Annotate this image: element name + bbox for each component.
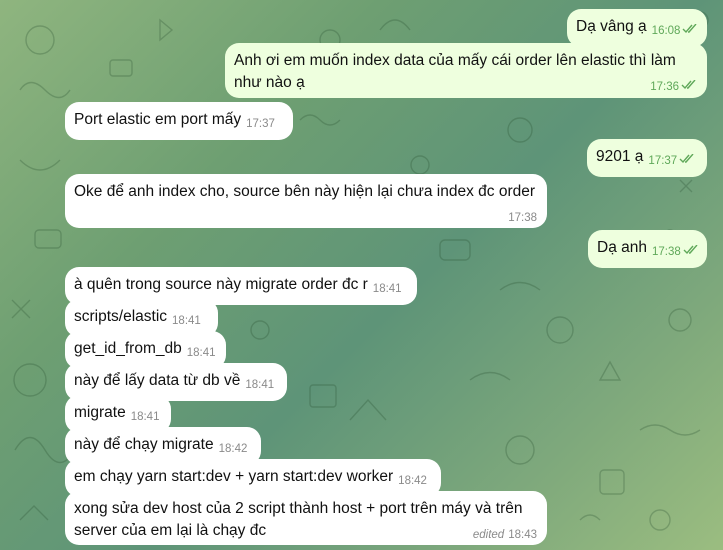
message-time: 18:41	[186, 347, 216, 359]
message-bubble-incoming[interactable]: Oke để anh index cho, source bên này hiệ…	[65, 174, 547, 228]
message-time: 18:41	[130, 411, 160, 423]
message-text: scripts/elastic	[74, 308, 168, 325]
message-text: Dạ vâng ạ	[576, 18, 647, 35]
message-text: get_id_from_db	[74, 340, 182, 357]
message-text: 9201 ạ	[596, 148, 644, 165]
message-time: 18:41	[245, 379, 275, 391]
message-text: này để lấy data từ db về	[74, 372, 241, 389]
message-meta: 17:38	[652, 241, 699, 263]
message-time: 16:08	[651, 25, 681, 37]
message-time: 17:37	[648, 155, 678, 167]
message-bubble-outgoing[interactable]: 9201 ạ 17:37	[587, 139, 707, 177]
double-check-icon	[683, 245, 698, 255]
message-bubble-outgoing[interactable]: Dạ anh 17:38	[588, 230, 707, 268]
message-meta: 16:08	[652, 20, 699, 42]
edited-label: edited	[472, 529, 505, 541]
message-time: 17:37	[246, 118, 275, 130]
message-meta: edited 18:43	[473, 524, 537, 546]
double-check-icon	[681, 80, 696, 90]
message-text: này để chạy migrate	[74, 436, 214, 453]
message-text: Oke để anh index cho, source bên này hiệ…	[74, 183, 536, 200]
message-bubble-outgoing[interactable]: Anh ơi em muốn index data của mấy cái or…	[225, 43, 707, 98]
message-time: 18:42	[218, 443, 248, 455]
message-text: xong sửa dev host của 2 script thành hos…	[74, 500, 523, 539]
message-time: 17:36	[650, 81, 679, 93]
message-text: migrate	[74, 404, 126, 421]
double-check-icon	[679, 154, 694, 164]
message-text: em chạy yarn start:dev + yarn start:dev …	[74, 468, 394, 485]
message-time: 18:41	[172, 315, 201, 327]
message-meta: 17:36	[650, 76, 697, 98]
message-text: Port elastic em port mấy	[74, 111, 242, 128]
message-text: Dạ anh	[597, 239, 647, 256]
message-time: 18:43	[508, 529, 537, 541]
double-check-icon	[682, 24, 697, 34]
message-time: 17:38	[508, 212, 537, 224]
message-text: Anh ơi em muốn index data của mấy cái or…	[234, 52, 676, 91]
message-text: à quên trong source này migrate order đc…	[74, 276, 368, 293]
message-bubble-incoming[interactable]: Port elastic em port mấy 17:37	[65, 102, 293, 140]
message-meta: 17:37	[648, 150, 695, 172]
message-bubble-outgoing[interactable]: Dạ vâng ạ 16:08	[567, 9, 707, 47]
message-time: 18:42	[398, 475, 427, 487]
message-time: 18:41	[372, 283, 402, 295]
message-bubble-incoming[interactable]: xong sửa dev host của 2 script thành hos…	[65, 491, 547, 545]
message-time: 17:38	[651, 246, 681, 258]
